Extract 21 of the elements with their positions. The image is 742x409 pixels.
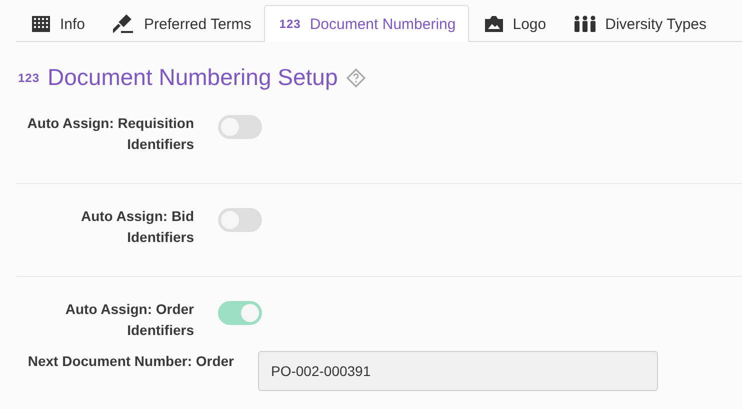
building-icon: [31, 15, 51, 33]
toggle-switch[interactable]: [218, 115, 262, 139]
tab[interactable]: Diversity Types: [559, 5, 720, 42]
tab[interactable]: Info: [16, 5, 98, 42]
field-label: Next Document Number: Order: [26, 352, 234, 371]
setting-label: Auto Assign: Order Identifiers: [64, 300, 194, 340]
setting-label: Auto Assign: Requisition Identifiers: [26, 114, 194, 154]
toggle-switch[interactable]: [218, 301, 262, 325]
tab[interactable]: Logo: [468, 5, 560, 42]
page-title: Document Numbering Setup: [48, 64, 338, 91]
help-icon[interactable]: [346, 68, 366, 88]
input-field[interactable]: PO-002-000391: [258, 351, 658, 391]
tab[interactable]: 123 Document Numbering: [264, 5, 469, 42]
setting-label: Auto Assign: Bid Identifiers: [80, 207, 194, 247]
gavel-icon: [113, 14, 136, 34]
numbers-icon: 123: [18, 70, 40, 84]
numbers-icon: 123: [279, 17, 301, 31]
image-icon: [484, 15, 504, 33]
people-icon: [574, 15, 596, 33]
toggle-switch[interactable]: [218, 208, 262, 232]
tab[interactable]: Preferred Terms: [98, 5, 264, 42]
